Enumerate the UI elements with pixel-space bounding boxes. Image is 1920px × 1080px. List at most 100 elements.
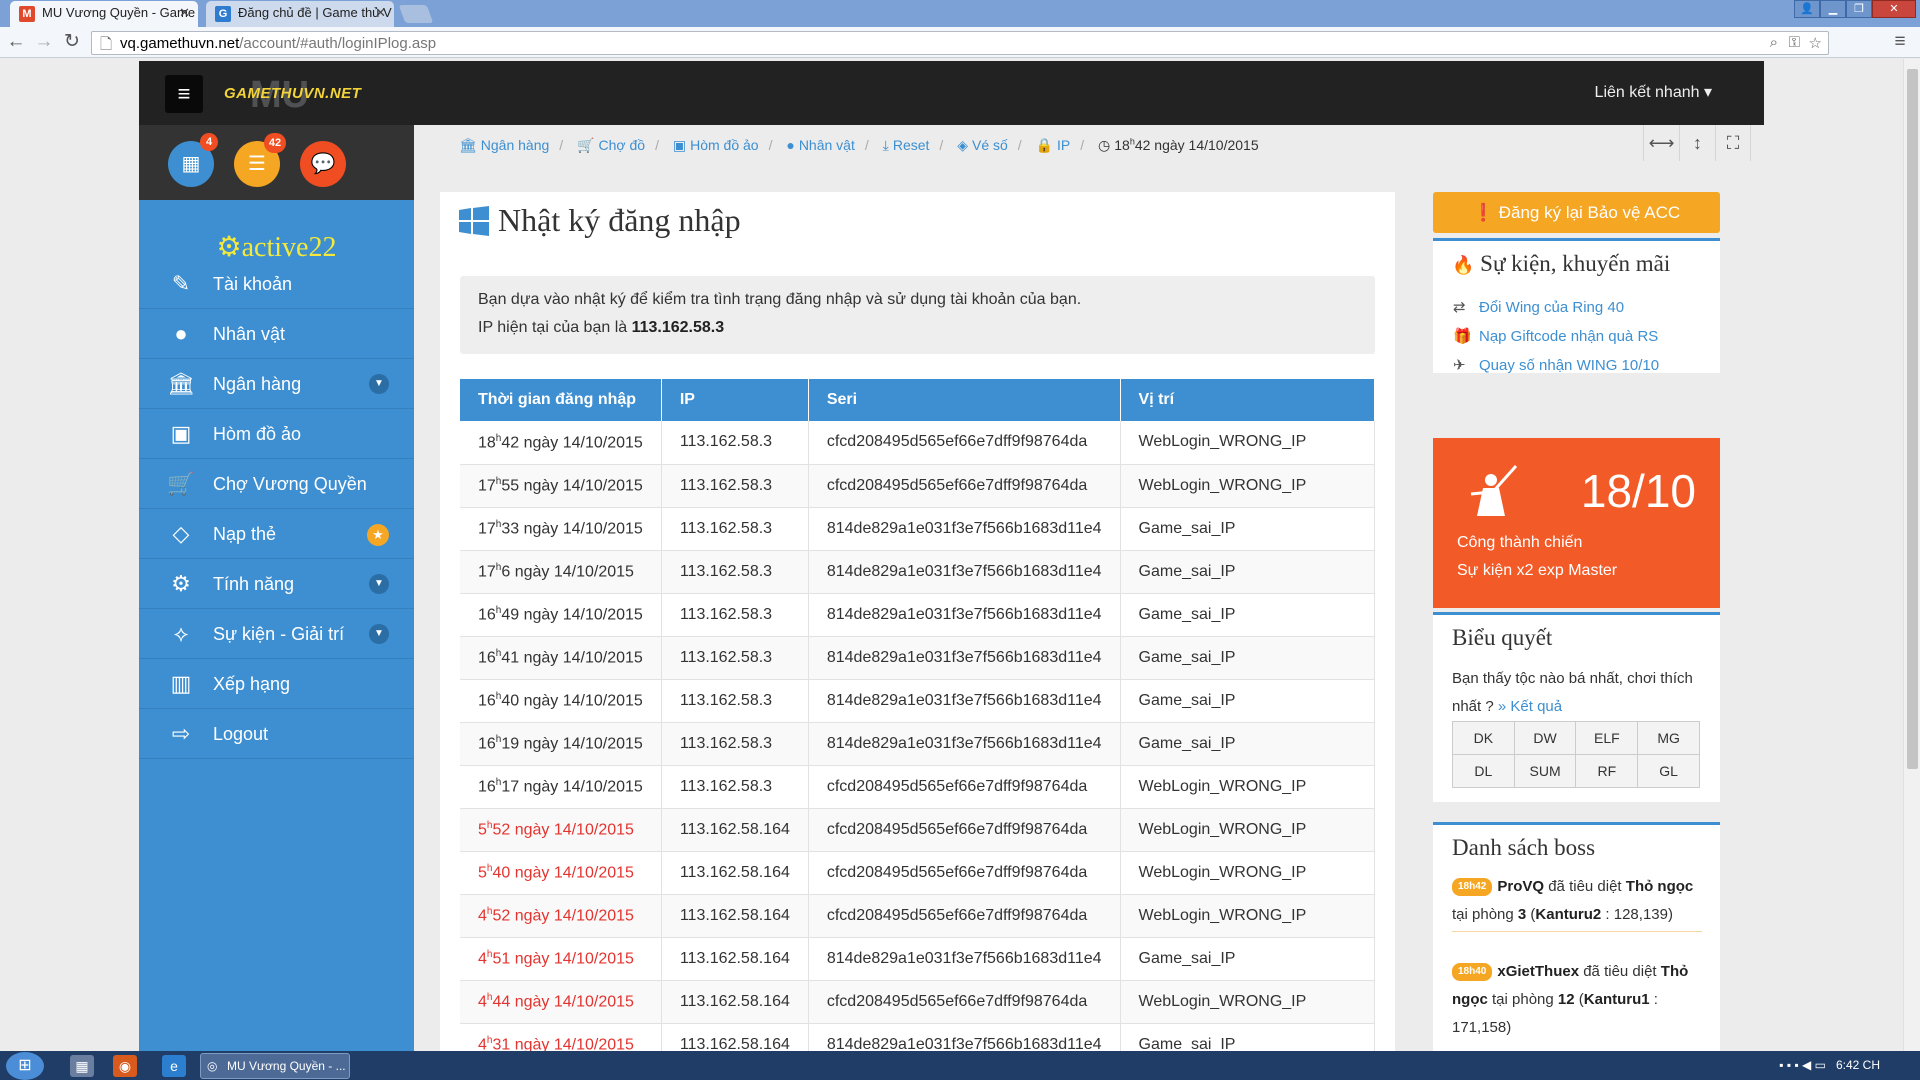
- address-bar[interactable]: 🗋 vq.gamethuvn.net/account/#auth/loginIP…: [91, 31, 1829, 55]
- chevron-down-icon[interactable]: ▼: [369, 574, 389, 594]
- poll-option-sum[interactable]: SUM: [1513, 754, 1577, 788]
- breadcrumb-hom-do-ao[interactable]: ▣ Hòm đồ ảo: [673, 137, 759, 153]
- site-favicon-icon: G: [215, 6, 231, 22]
- login-time: 5h52 ngày 14/10/2015: [460, 808, 662, 852]
- user-profile-icon[interactable]: 👤: [1794, 0, 1820, 18]
- breadcrumb-ve-so[interactable]: ◈ Vé số: [957, 137, 1008, 153]
- warrior-icon: [1470, 465, 1518, 516]
- list-badge: 42: [264, 133, 286, 153]
- sidebar-item-xep-hang[interactable]: ▥ Xếp hạng: [139, 659, 414, 709]
- page-scrollbar[interactable]: [1903, 59, 1920, 1051]
- address-url[interactable]: vq.gamethuvn.net/account/#auth/loginIPlo…: [120, 35, 436, 52]
- sidebar-item-su-kien[interactable]: ⟡ Sự kiện - Giải trí ▼: [139, 609, 414, 659]
- poll-option-dk[interactable]: DK: [1452, 721, 1515, 755]
- chrome-icon: ◎: [207, 1059, 218, 1073]
- expand-height-icon[interactable]: ↕: [1679, 125, 1715, 161]
- login-time: 16h49 ngày 14/10/2015: [460, 593, 662, 637]
- ie-icon[interactable]: e: [162, 1055, 186, 1077]
- lock-icon: 🔒: [1035, 136, 1054, 153]
- event-link-giftcode[interactable]: 🎁 Nạp Giftcode nhận quà RS: [1453, 327, 1658, 345]
- event-link-quay-so[interactable]: ✈ Quay số nhận WING 10/10: [1453, 356, 1659, 374]
- close-window-icon[interactable]: ✕: [1872, 0, 1916, 18]
- list-button[interactable]: ☰ 42: [234, 133, 286, 187]
- scrollbar-thumb[interactable]: [1907, 69, 1918, 769]
- breadcrumb-cho-do[interactable]: 🛒 Chợ đồ: [577, 137, 645, 153]
- briefcase-icon: ▣: [170, 421, 192, 446]
- start-button[interactable]: ⊞: [6, 1052, 44, 1080]
- site-logo[interactable]: MU GAMETHUVN.NET: [214, 69, 374, 117]
- extension-icon[interactable]: ⚿: [1789, 34, 1800, 51]
- expand-width-icon[interactable]: ⟷: [1643, 125, 1679, 161]
- login-position: Game_sai_IP: [1120, 507, 1376, 551]
- new-tab-button[interactable]: [398, 5, 434, 23]
- sidebar-item-logout[interactable]: ⇨ Logout: [139, 709, 414, 759]
- forward-icon[interactable]: →: [32, 30, 56, 54]
- breadcrumb-ngan-hang[interactable]: 🏛 Ngân hàng: [459, 137, 549, 153]
- breadcrumb-reset[interactable]: ⤓ Reset: [883, 137, 930, 153]
- table-row: 17h6 ngày 14/10/2015 113.162.58.3 814de829…: [460, 550, 1376, 594]
- tab-mu-vuong-quyen[interactable]: M MU Vương Quyền - Game ✕: [10, 1, 198, 27]
- taskbar: ⊞ ▦ ◉ e ◎ MU Vương Quyền - ... ▪ ▪ ▪ ◀ ▭ …: [0, 1051, 1920, 1080]
- col-header-seri[interactable]: Seri: [808, 379, 1121, 421]
- fullscreen-icon[interactable]: ⛶: [1715, 125, 1751, 161]
- zoom-icon[interactable]: ⌕: [1770, 34, 1778, 51]
- login-seri: 814de829a1e031f3e7f566b1683d11e4: [808, 722, 1121, 766]
- events-title: 🔥 Sự kiện, khuyến mãi: [1452, 251, 1671, 276]
- login-position: Game_sai_IP: [1120, 937, 1376, 981]
- login-ip: 113.162.58.3: [661, 593, 809, 637]
- poll-option-mg[interactable]: MG: [1637, 721, 1700, 755]
- taskbar-chrome-window[interactable]: ◎ MU Vương Quyền - ...: [200, 1053, 350, 1079]
- breadcrumb-nhan-vat[interactable]: ● Nhân vật: [786, 137, 855, 153]
- sidebar-item-ngan-hang[interactable]: 🏛 Ngân hàng ▼: [139, 359, 414, 409]
- firefox-icon[interactable]: ◉: [113, 1055, 137, 1077]
- sidebar-item-cho-vuong-quyen[interactable]: 🛒 Chợ Vương Quyền: [139, 459, 414, 509]
- login-ip: 113.162.58.3: [661, 421, 809, 465]
- sidebar-item-hom-do-ao[interactable]: ▣ Hòm đồ ảo: [139, 409, 414, 459]
- register-protect-acc-button[interactable]: ❗ Đăng ký lại Bảo vệ ACC: [1433, 192, 1720, 233]
- user-icon: ●: [786, 136, 795, 153]
- tray-icons[interactable]: ▪ ▪ ▪ ◀ ▭: [1779, 1058, 1832, 1072]
- event-link-doi-wing[interactable]: ⇄ Đổi Wing của Ring 40: [1453, 298, 1624, 316]
- sidebar-item-nhan-vat[interactable]: ● Nhân vật: [139, 309, 414, 359]
- logout-icon: ⇨: [171, 721, 191, 746]
- login-log-body: 18h42 ngày 14/10/2015 113.162.58.3 cfcd208…: [460, 421, 1376, 1051]
- col-header-ip[interactable]: IP: [661, 379, 809, 421]
- minimize-icon[interactable]: ▁: [1820, 0, 1846, 18]
- browser-titlebar: M MU Vương Quyền - Game ✕ G Đăng chủ đề …: [0, 0, 1920, 27]
- login-seri: cfcd208495d565ef66e7dff9f98764da: [808, 851, 1121, 895]
- sidebar-item-tinh-nang[interactable]: ⚙ Tính năng ▼: [139, 559, 414, 609]
- breadcrumb-ip[interactable]: 🔒 IP: [1036, 137, 1071, 153]
- tab-dang-chu-de[interactable]: G Đăng chủ đề | Game thủ V ✕: [206, 1, 394, 27]
- poll-result-link[interactable]: » Kết quả: [1498, 698, 1562, 715]
- poll-option-dl[interactable]: DL: [1452, 754, 1515, 788]
- poll-option-dw[interactable]: DW: [1513, 721, 1577, 755]
- web-page: ≡ MU GAMETHUVN.NET Liên kết nhanh ▾ ▦ 4 …: [0, 59, 1920, 1051]
- app-icon[interactable]: ▦: [70, 1055, 94, 1077]
- sidebar: ▦ 4 ☰ 42 💬 ⚙active22 ✎ Tài khoản ● Nhân vậ…: [139, 125, 414, 1051]
- restore-icon[interactable]: ❐: [1846, 0, 1872, 18]
- current-ip-line: IP hiện tại của bạn là 113.162.58.3: [478, 319, 725, 336]
- tab-close-icon[interactable]: ✕: [179, 1, 190, 25]
- download-icon: ⤓: [882, 136, 889, 153]
- poll-option-elf[interactable]: ELF: [1575, 721, 1639, 755]
- calendar-button[interactable]: ▦ 4: [168, 133, 218, 187]
- tab-close-icon[interactable]: ✕: [375, 1, 386, 25]
- quick-links-dropdown[interactable]: Liên kết nhanh ▾: [1595, 82, 1712, 102]
- chat-button[interactable]: 💬: [300, 141, 346, 187]
- chevron-down-icon[interactable]: ▼: [369, 374, 389, 394]
- login-seri: 814de829a1e031f3e7f566b1683d11e4: [808, 679, 1121, 723]
- hamburger-menu-button[interactable]: ≡: [165, 75, 203, 113]
- sidebar-item-nap-the[interactable]: ◇ Nạp thẻ ★: [139, 509, 414, 559]
- col-header-time[interactable]: Thời gian đăng nhập: [460, 379, 662, 421]
- castle-siege-box[interactable]: 18/10 Công thành chiến Sự kiện x2 exp Ma…: [1433, 438, 1720, 608]
- poll-option-rf[interactable]: RF: [1575, 754, 1639, 788]
- sidebar-item-tai-khoan[interactable]: ✎ Tài khoản: [139, 259, 414, 309]
- login-ip: 113.162.58.164: [661, 894, 809, 938]
- menu-icon[interactable]: ≡: [1888, 30, 1912, 54]
- chevron-down-icon[interactable]: ▼: [369, 624, 389, 644]
- back-icon[interactable]: ←: [4, 30, 28, 54]
- poll-option-gl[interactable]: GL: [1637, 754, 1700, 788]
- col-header-position[interactable]: Vị trí: [1120, 379, 1376, 421]
- bookmark-star-icon[interactable]: ☆: [1809, 34, 1822, 52]
- reload-icon[interactable]: ↻: [60, 30, 84, 54]
